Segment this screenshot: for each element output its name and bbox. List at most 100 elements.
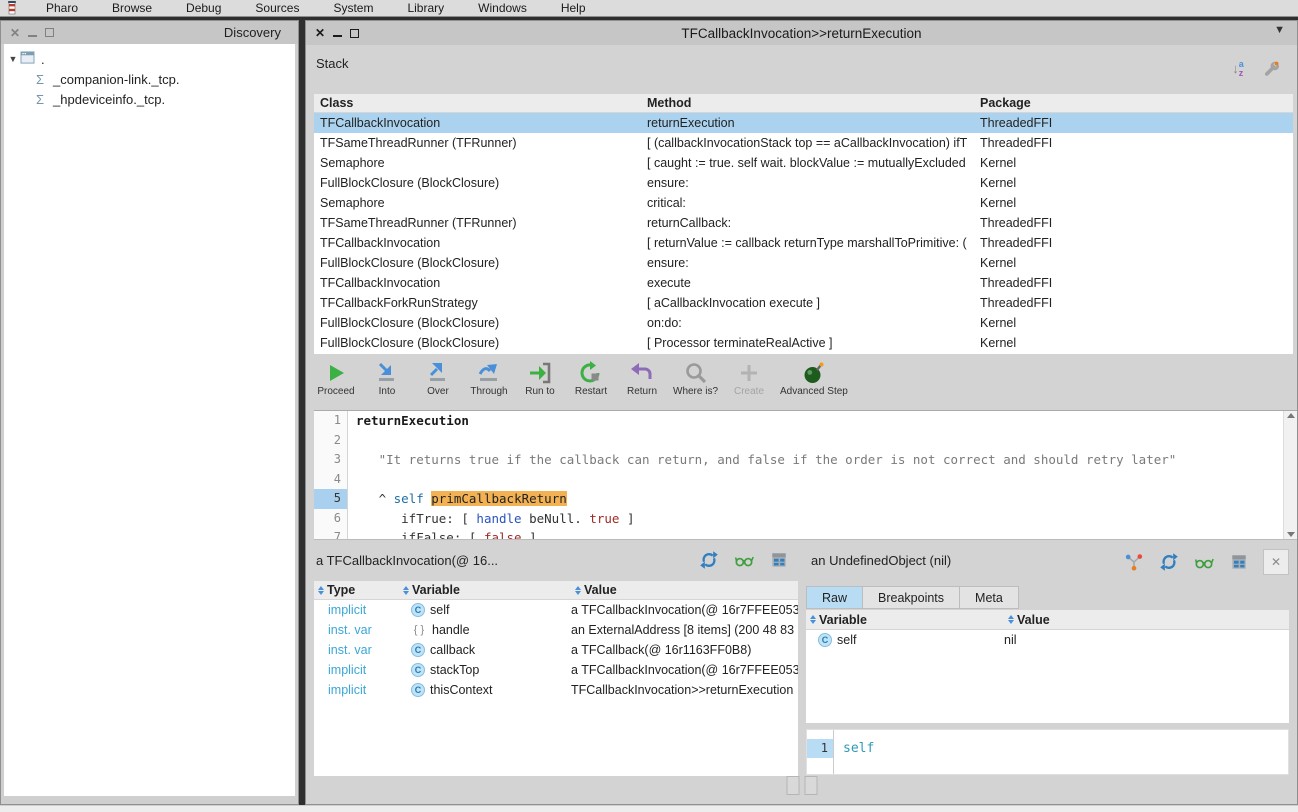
tree-item[interactable]: Σ_companion-link._tcp. xyxy=(6,69,293,89)
inspector-editor-gutter: 1 xyxy=(807,730,834,774)
variable-row[interactable]: Cselfnil xyxy=(806,630,1289,650)
sort-az-button[interactable]: ↓az xyxy=(1227,58,1249,80)
code-line[interactable]: "It returns true if the callback can ret… xyxy=(356,450,1283,470)
editor-code[interactable]: returnExecution "It returns true if the … xyxy=(348,411,1283,539)
column-header-type[interactable]: Type xyxy=(314,583,399,597)
advanced-step-button[interactable]: Advanced Step xyxy=(780,361,848,397)
scroll-down-icon[interactable] xyxy=(1287,532,1295,537)
code-line[interactable]: returnExecution xyxy=(356,411,1283,431)
return-button[interactable]: Return xyxy=(622,361,662,397)
window-menu-chevron-icon[interactable]: ▼ xyxy=(1274,24,1285,36)
menu-item-windows[interactable]: Windows xyxy=(472,1,533,15)
stack-frame-row[interactable]: FullBlockClosure (BlockClosure)[ Process… xyxy=(314,333,1293,353)
minimize-icon[interactable] xyxy=(333,29,342,37)
browse-button[interactable] xyxy=(768,549,790,571)
variable-row[interactable]: inst. var{ }handlean ExternalAddress [8 … xyxy=(314,620,798,640)
variable-row[interactable]: inst. varCcallbacka TFCallback(@ 16r1163… xyxy=(314,640,798,660)
menu-item-system[interactable]: System xyxy=(327,1,379,15)
menu-item-library[interactable]: Library xyxy=(401,1,450,15)
column-header-variable[interactable]: Variable xyxy=(806,613,1004,627)
code-line[interactable]: ^ self primCallbackReturn xyxy=(356,489,1283,509)
refresh-button[interactable] xyxy=(698,549,720,571)
expand-caret-icon[interactable]: ▼ xyxy=(6,54,20,64)
debugger-title: TFCallbackInvocation>>returnExecution xyxy=(306,26,1297,41)
menu-item-help[interactable]: Help xyxy=(555,1,592,15)
tree-root-item[interactable]: ▼. xyxy=(6,49,293,69)
inspector-left-header[interactable]: TypeVariableValue xyxy=(314,581,798,600)
restart-button[interactable]: Restart xyxy=(571,361,611,397)
column-header-value[interactable]: Value xyxy=(571,583,798,597)
column-header-method[interactable]: Method xyxy=(641,96,974,110)
stack-frame-row[interactable]: Semaphorecritical:Kernel xyxy=(314,193,1293,213)
stack-frame-row[interactable]: Semaphore[ caught := true. self wait. bl… xyxy=(314,153,1293,173)
stack-frame-row[interactable]: FullBlockClosure (BlockClosure)ensure:Ke… xyxy=(314,173,1293,193)
variable-row[interactable]: implicitCthisContextTFCallbackInvocation… xyxy=(314,680,798,700)
page-icon[interactable] xyxy=(786,776,799,795)
code-line[interactable] xyxy=(356,431,1283,451)
column-header-class[interactable]: Class xyxy=(314,96,641,110)
stack-frame-row[interactable]: FullBlockClosure (BlockClosure)ensure:Ke… xyxy=(314,253,1293,273)
stack-cell-class: FullBlockClosure (BlockClosure) xyxy=(314,176,641,190)
debugger-titlebar[interactable]: TFCallbackInvocation>>returnExecution ✕ … xyxy=(306,21,1297,45)
stack-settings-button[interactable] xyxy=(1261,58,1283,80)
code-line[interactable] xyxy=(356,470,1283,490)
sort-indicator-icon xyxy=(403,586,409,595)
glasses-button[interactable] xyxy=(733,549,755,571)
code-line[interactable]: ifFalse: [ false ] xyxy=(356,528,1283,539)
browse-button[interactable] xyxy=(1228,551,1250,573)
editor-scrollbar[interactable] xyxy=(1283,411,1297,539)
inspector-tabs: RawBreakpointsMeta xyxy=(806,586,1019,609)
stack-frame-row[interactable]: FullBlockClosure (BlockClosure)on:do:Ker… xyxy=(314,313,1293,333)
close-icon[interactable]: ✕ xyxy=(315,27,325,39)
stack-table-header[interactable]: ClassMethodPackage xyxy=(314,94,1293,113)
column-header-package[interactable]: Package xyxy=(974,96,1293,110)
where-is--button[interactable]: Where is? xyxy=(673,361,718,397)
stack-frame-row[interactable]: TFCallbackInvocationexecuteThreadedFFI xyxy=(314,273,1293,293)
stack-frame-row[interactable]: TFCallbackInvocation[ returnValue := cal… xyxy=(314,233,1293,253)
tree-item[interactable]: Σ_hpdeviceinfo._tcp. xyxy=(6,89,293,109)
discovery-titlebar[interactable]: ✕ Discovery xyxy=(1,21,298,44)
page-icon[interactable] xyxy=(804,776,817,795)
inspector-editor-code[interactable]: self xyxy=(834,730,874,774)
refresh-button[interactable] xyxy=(1158,551,1180,573)
inspector-area: a TFCallbackInvocation(@ 16... TypeVaria… xyxy=(306,544,1297,776)
minimize-icon[interactable] xyxy=(28,29,37,37)
column-header-value[interactable]: Value xyxy=(1004,613,1289,627)
menu-item-browse[interactable]: Browse xyxy=(106,1,158,15)
variable-value: an ExternalAddress [8 items] (200 48 83 … xyxy=(571,623,798,637)
maximize-icon[interactable] xyxy=(45,28,54,37)
variable-name-label: callback xyxy=(430,643,475,657)
through-button[interactable]: Through xyxy=(469,361,509,397)
branch-button[interactable] xyxy=(1123,551,1145,573)
tab-raw[interactable]: Raw xyxy=(806,586,862,609)
braces-icon: { } xyxy=(411,624,427,636)
variable-row[interactable]: implicitCstackTopa TFCallbackInvocation(… xyxy=(314,660,798,680)
bomb-icon xyxy=(802,361,826,385)
maximize-icon[interactable] xyxy=(350,29,359,38)
menu-item-debug[interactable]: Debug xyxy=(180,1,227,15)
run-to-button[interactable]: Run to xyxy=(520,361,560,397)
into-button[interactable]: Into xyxy=(367,361,407,397)
stack-frame-row[interactable]: TFSameThreadRunner (TFRunner)returnCallb… xyxy=(314,213,1293,233)
proceed-button[interactable]: Proceed xyxy=(316,361,356,397)
tab-breakpoints[interactable]: Breakpoints xyxy=(862,586,959,609)
scroll-up-icon[interactable] xyxy=(1287,413,1295,418)
variable-value: TFCallbackInvocation>>returnExecution xyxy=(571,683,798,697)
inspector-code-editor[interactable]: 1 self xyxy=(806,729,1289,775)
stack-frame-row[interactable]: TFCallbackForkRunStrategy[ aCallbackInvo… xyxy=(314,293,1293,313)
column-header-variable[interactable]: Variable xyxy=(399,583,571,597)
stack-frame-row[interactable]: TFSameThreadRunner (TFRunner)[ (callback… xyxy=(314,133,1293,153)
code-line[interactable]: ifTrue: [ handle beNull. true ] xyxy=(356,509,1283,529)
variable-row[interactable]: implicitCselfa TFCallbackInvocation(@ 16… xyxy=(314,600,798,620)
code-editor[interactable]: 1234567 returnExecution "It returns true… xyxy=(314,410,1297,540)
variable-name-label: self xyxy=(430,603,449,617)
stack-frame-row[interactable]: TFCallbackInvocationreturnExecutionThrea… xyxy=(314,113,1293,133)
close-inspector-button[interactable]: ✕ xyxy=(1263,549,1289,575)
inspector-right-header[interactable]: VariableValue xyxy=(806,610,1289,630)
glasses-button[interactable] xyxy=(1193,551,1215,573)
tab-meta[interactable]: Meta xyxy=(959,586,1019,609)
menu-item-pharo[interactable]: Pharo xyxy=(40,1,84,15)
menu-item-sources[interactable]: Sources xyxy=(249,1,305,15)
over-button[interactable]: Over xyxy=(418,361,458,397)
close-icon[interactable]: ✕ xyxy=(10,27,20,39)
